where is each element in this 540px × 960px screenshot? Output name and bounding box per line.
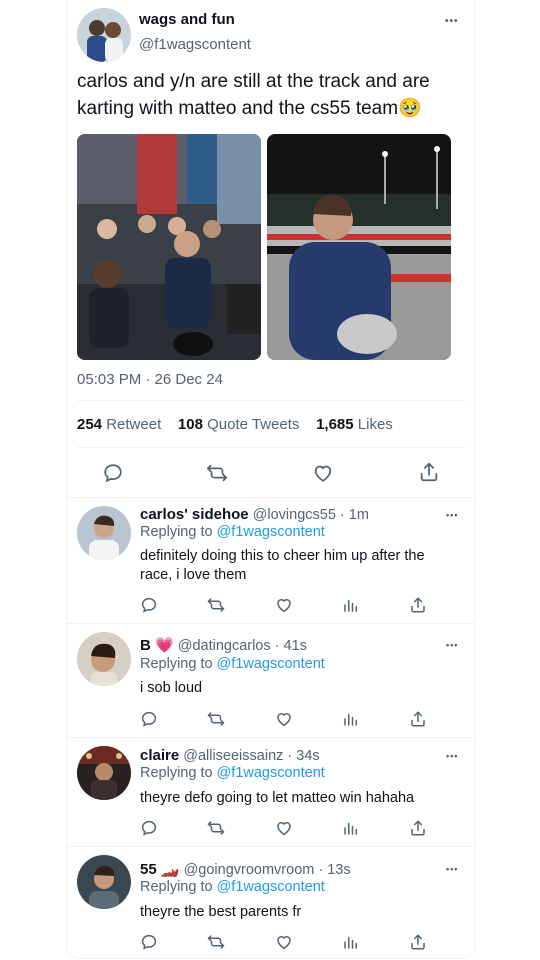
more-options-icon[interactable]: •••	[446, 751, 458, 761]
reply-text: theyre the best parents fr	[140, 904, 302, 920]
views-icon[interactable]	[341, 595, 361, 615]
reply-header: carlos' sidehoe @lovingcs55 · 1m	[140, 506, 369, 523]
reply-text: i sob loud	[140, 680, 203, 696]
divider	[77, 400, 465, 401]
reply-header: 55 🏎️ @goingvroomvroom · 13s	[140, 860, 351, 878]
views-icon[interactable]	[341, 818, 361, 838]
replying-to-handle[interactable]: @f1wagscontent	[217, 656, 325, 672]
retweet-icon[interactable]	[206, 818, 226, 838]
reply-avatar[interactable]	[77, 506, 131, 560]
share-icon[interactable]	[408, 818, 428, 838]
author-avatar[interactable]	[77, 8, 131, 62]
views-icon[interactable]	[341, 932, 361, 952]
replying-to: Replying to @f1wagscontent	[140, 765, 325, 781]
share-icon[interactable]	[408, 932, 428, 952]
like-icon[interactable]	[274, 818, 294, 838]
share-icon[interactable]	[417, 460, 441, 484]
tweet-stats: 254 Retweet 108 Quote Tweets 1,685 Likes	[77, 416, 393, 433]
tweet-thread: wags and fun @f1wagscontent ••• carlos a…	[66, 0, 476, 959]
reply-icon[interactable]	[101, 461, 125, 485]
views-icon[interactable]	[341, 709, 361, 729]
replying-to-handle[interactable]: @f1wagscontent	[217, 879, 325, 895]
retweets-stat[interactable]: 254 Retweet	[77, 416, 161, 433]
reply-avatar[interactable]	[77, 746, 131, 800]
more-options-icon[interactable]: •••	[445, 16, 459, 27]
like-icon[interactable]	[274, 595, 294, 615]
replying-to-handle[interactable]: @f1wagscontent	[217, 765, 325, 781]
reply-time[interactable]: · 1m	[340, 507, 369, 523]
like-icon[interactable]	[311, 461, 335, 485]
retweet-icon[interactable]	[206, 595, 226, 615]
replying-to: Replying to @f1wagscontent	[140, 656, 325, 672]
like-icon[interactable]	[274, 709, 294, 729]
reply-handle[interactable]: @goingvroomvroom	[184, 862, 315, 878]
more-options-icon[interactable]: •••	[446, 510, 458, 520]
reply-display-name[interactable]: 55 🏎️	[140, 861, 180, 878]
divider	[67, 497, 475, 498]
replying-to-label: Replying to	[140, 656, 213, 672]
reply-handle[interactable]: @datingcarlos	[178, 638, 271, 654]
likes-stat[interactable]: 1,685 Likes	[316, 416, 393, 433]
share-icon[interactable]	[408, 709, 428, 729]
reply-header: claire @alliseeissainz · 34s	[140, 747, 320, 764]
more-options-icon[interactable]: •••	[446, 640, 458, 650]
reply-handle[interactable]: @lovingcs55	[253, 507, 336, 523]
tweet-photo-1[interactable]	[77, 134, 261, 360]
author-display-name[interactable]: wags and fun	[139, 11, 235, 28]
retweet-icon[interactable]	[206, 709, 226, 729]
replying-to: Replying to @f1wagscontent	[140, 879, 325, 895]
reply-avatar[interactable]	[77, 855, 131, 909]
reply-time[interactable]: · 13s	[318, 862, 350, 878]
retweet-icon[interactable]	[205, 461, 229, 485]
reply-icon[interactable]	[139, 709, 159, 729]
tweet-timestamp[interactable]: 05:03 PM · 26 Dec 24	[77, 371, 223, 388]
divider	[67, 737, 475, 738]
reply-icon[interactable]	[139, 932, 159, 952]
share-icon[interactable]	[408, 595, 428, 615]
reply-icon[interactable]	[139, 818, 159, 838]
like-icon[interactable]	[274, 932, 294, 952]
replying-to-label: Replying to	[140, 879, 213, 895]
retweet-icon[interactable]	[206, 932, 226, 952]
reply-text: theyre defo going to let matteo win haha…	[140, 790, 415, 806]
tweet-photo-2[interactable]	[267, 134, 451, 360]
more-options-icon[interactable]: •••	[446, 864, 458, 874]
author-handle[interactable]: @f1wagscontent	[139, 36, 251, 53]
divider	[67, 846, 475, 847]
replying-to: Replying to @f1wagscontent	[140, 524, 325, 540]
replying-to-label: Replying to	[140, 524, 213, 540]
replying-to-handle[interactable]: @f1wagscontent	[217, 524, 325, 540]
divider	[67, 623, 475, 624]
reply-time[interactable]: · 41s	[275, 638, 307, 654]
divider	[77, 447, 465, 448]
quote-tweets-stat[interactable]: 108 Quote Tweets	[178, 416, 299, 433]
reply-header: B 💗 @datingcarlos · 41s	[140, 636, 307, 654]
reply-time[interactable]: · 34s	[287, 748, 319, 764]
reply-avatar[interactable]	[77, 632, 131, 686]
reply-text: definitely doing this to cheer him up af…	[140, 548, 425, 583]
reply-display-name[interactable]: B 💗	[140, 637, 174, 654]
reply-icon[interactable]	[139, 595, 159, 615]
reply-display-name[interactable]: claire	[140, 747, 179, 764]
replying-to-label: Replying to	[140, 765, 213, 781]
reply-handle[interactable]: @alliseeissainz	[183, 748, 283, 764]
reply-display-name[interactable]: carlos' sidehoe	[140, 506, 249, 523]
tweet-text: carlos and y/n are still at the track an…	[77, 71, 430, 119]
